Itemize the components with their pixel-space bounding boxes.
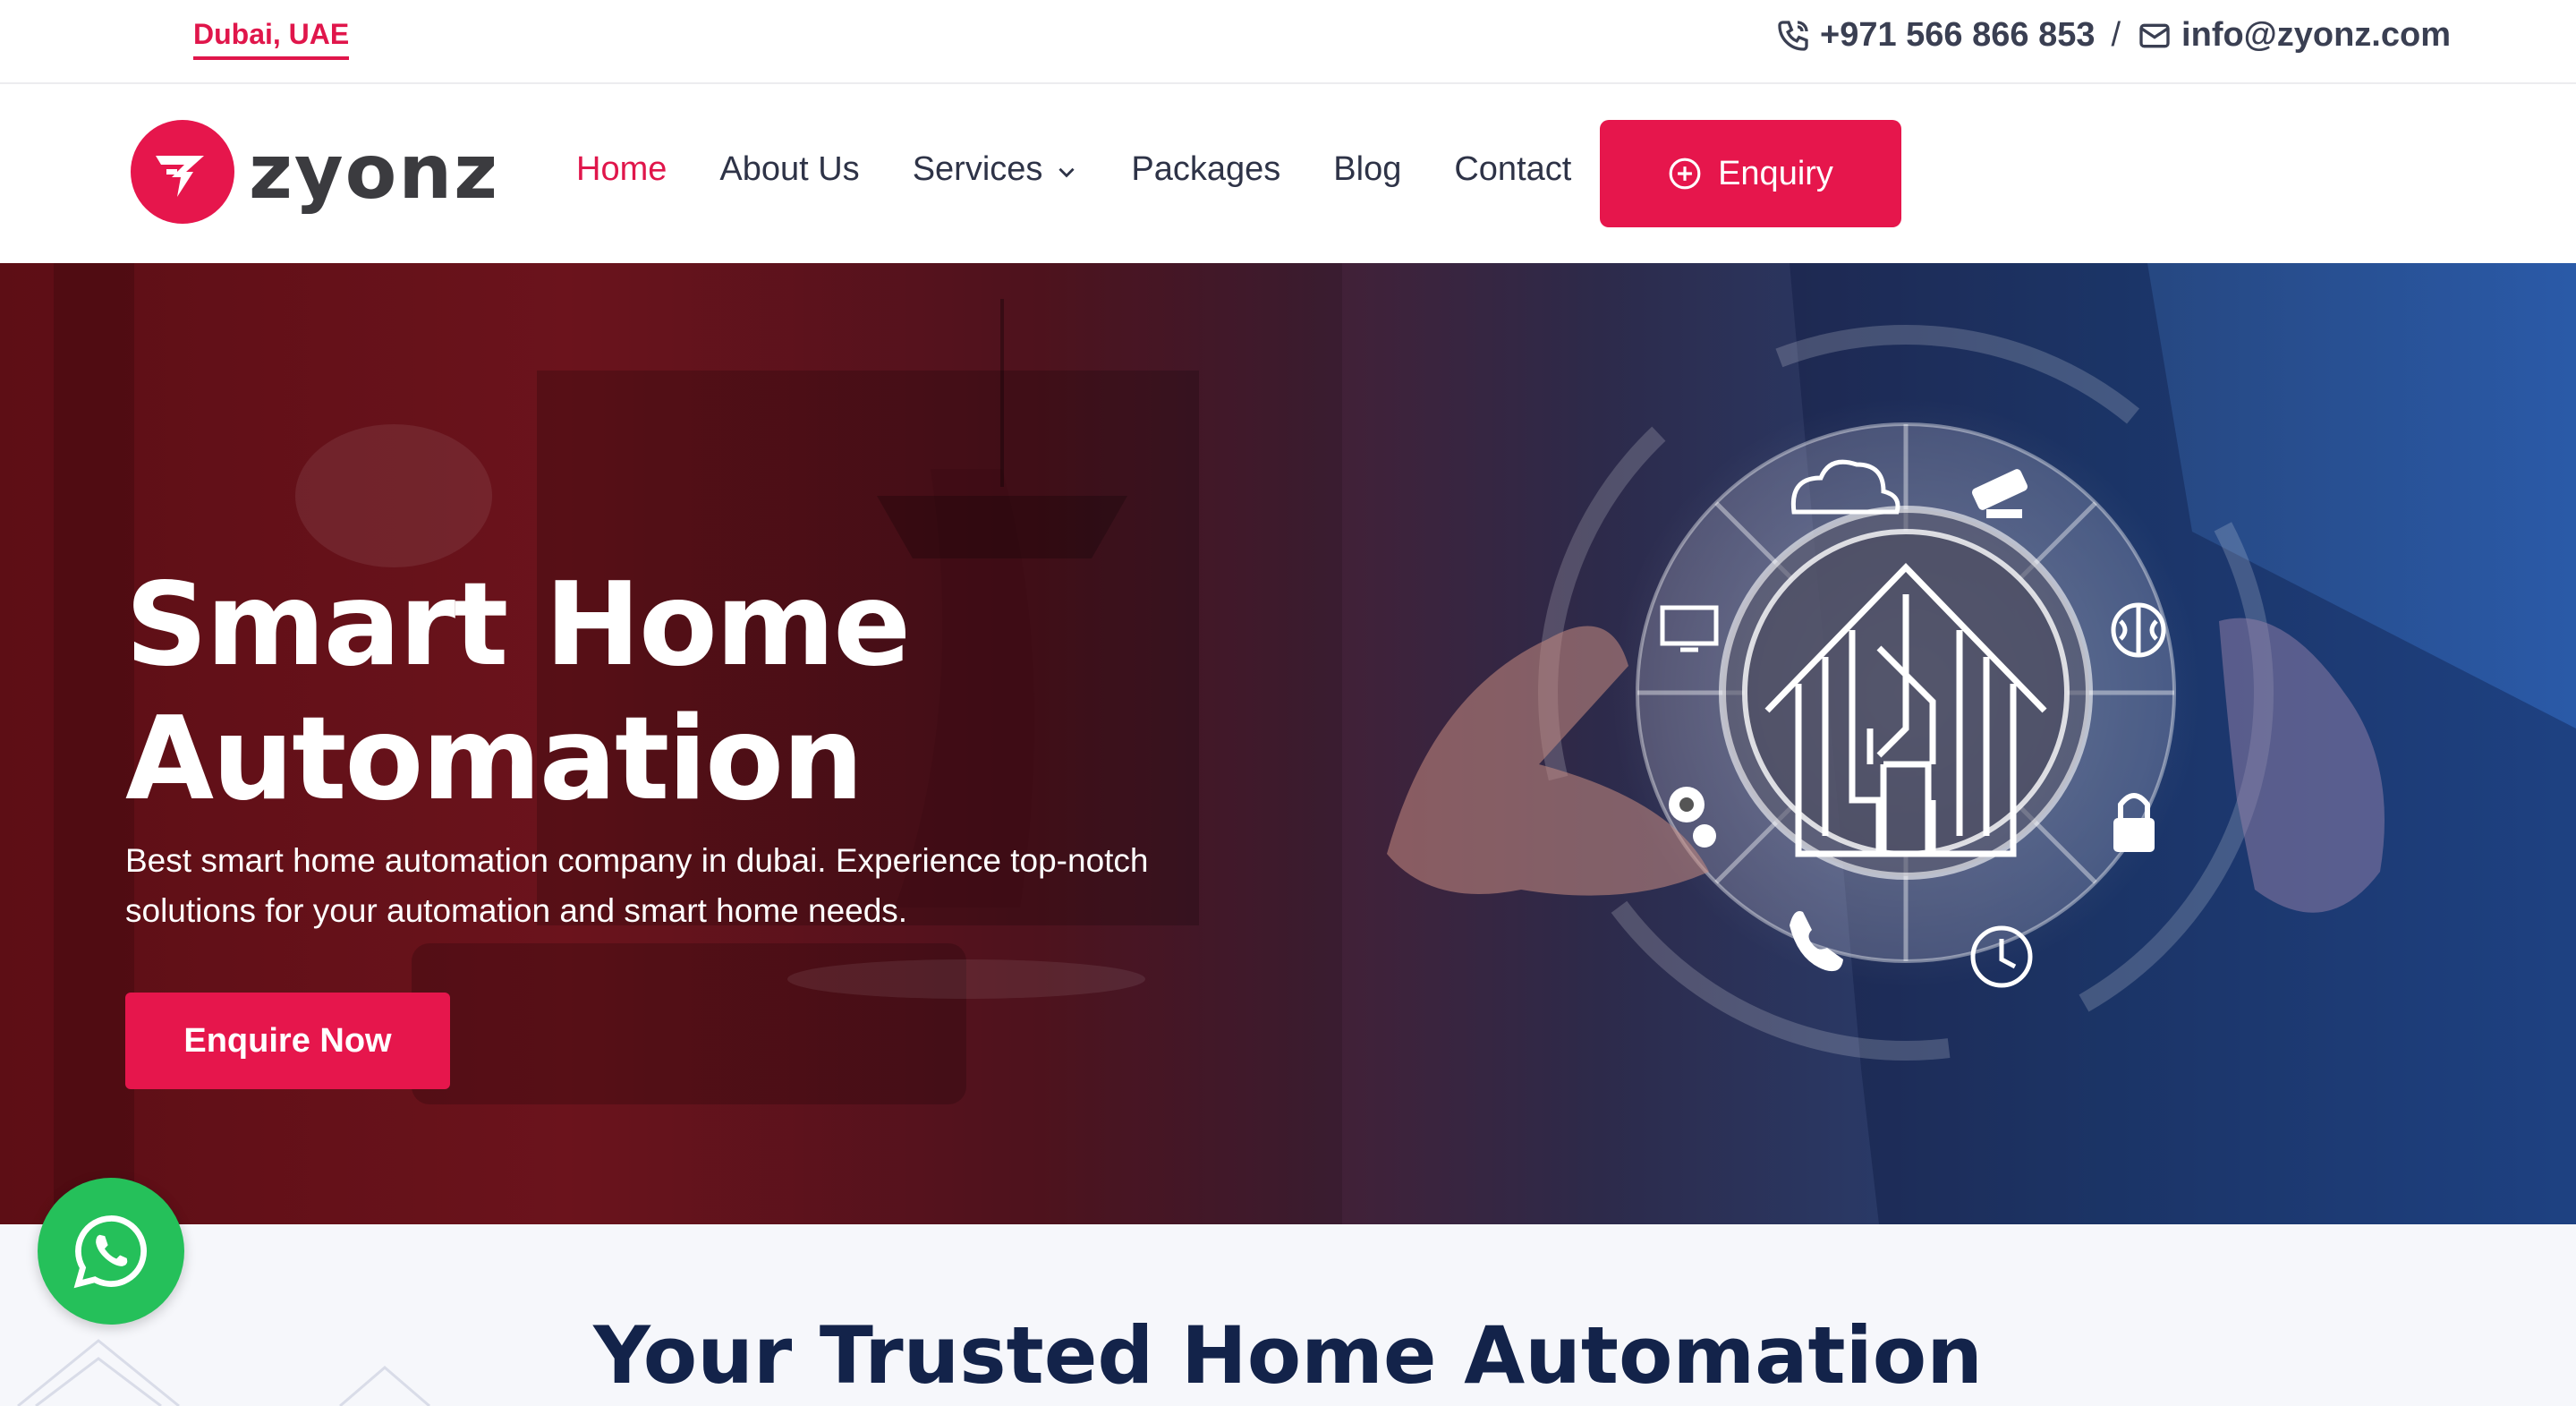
main-nav: Home About Us Services Packages Blog Con… (576, 150, 1624, 189)
hero-subtitle-line1: Best smart home automation company in du… (125, 842, 1149, 879)
nav-contact[interactable]: Contact (1454, 150, 1571, 189)
mail-icon (2137, 18, 2172, 54)
plus-circle-icon (1669, 158, 1701, 190)
location-text[interactable]: Dubai, UAE (193, 18, 350, 60)
top-bar: Dubai, UAE +971 566 866 853 / info@zyonz… (0, 0, 2576, 84)
hero-title-line2: Automation (125, 693, 863, 826)
site-logo[interactable]: zyonz (131, 120, 499, 224)
main-header: zyonz Home About Us Services Packages Bl… (0, 84, 2576, 263)
phone-icon (1775, 18, 1811, 54)
whatsapp-icon (73, 1215, 147, 1289)
nav-about-us[interactable]: About Us (719, 150, 859, 189)
hero-section: Smart Home Automation Best smart home au… (0, 263, 2576, 1224)
hero-title-line1: Smart Home (125, 558, 911, 692)
trusted-section: Your Trusted Home Automation (0, 1224, 2576, 1406)
nav-blog[interactable]: Blog (1333, 150, 1401, 189)
enquiry-button[interactable]: Enquiry (1600, 120, 1901, 227)
phone-link[interactable]: +971 566 866 853 (1820, 16, 2095, 55)
whatsapp-button[interactable] (38, 1178, 184, 1325)
logo-text: zyonz (249, 128, 500, 216)
nav-packages[interactable]: Packages (1131, 150, 1280, 189)
email-link[interactable]: info@zyonz.com (2181, 16, 2451, 55)
contact-info: +971 566 866 853 / info@zyonz.com (1775, 16, 2451, 55)
enquire-now-button[interactable]: Enquire Now (125, 993, 450, 1089)
hero-subtitle: Best smart home automation company in du… (125, 836, 1253, 936)
hero-title: Smart Home Automation (125, 558, 911, 827)
enquiry-button-label: Enquiry (1718, 154, 1833, 192)
nav-services[interactable]: Services (913, 150, 1079, 189)
nav-services-label: Services (912, 150, 1043, 188)
contact-separator: / (2111, 16, 2121, 54)
nav-home[interactable]: Home (576, 150, 667, 189)
section-title: Your Trusted Home Automation (593, 1309, 1983, 1402)
hero-subtitle-line2: solutions for your automation and smart … (125, 892, 908, 929)
logo-mark-icon (131, 120, 234, 224)
chevron-down-icon (1058, 167, 1075, 177)
smart-home-graphic (1387, 263, 2576, 1224)
